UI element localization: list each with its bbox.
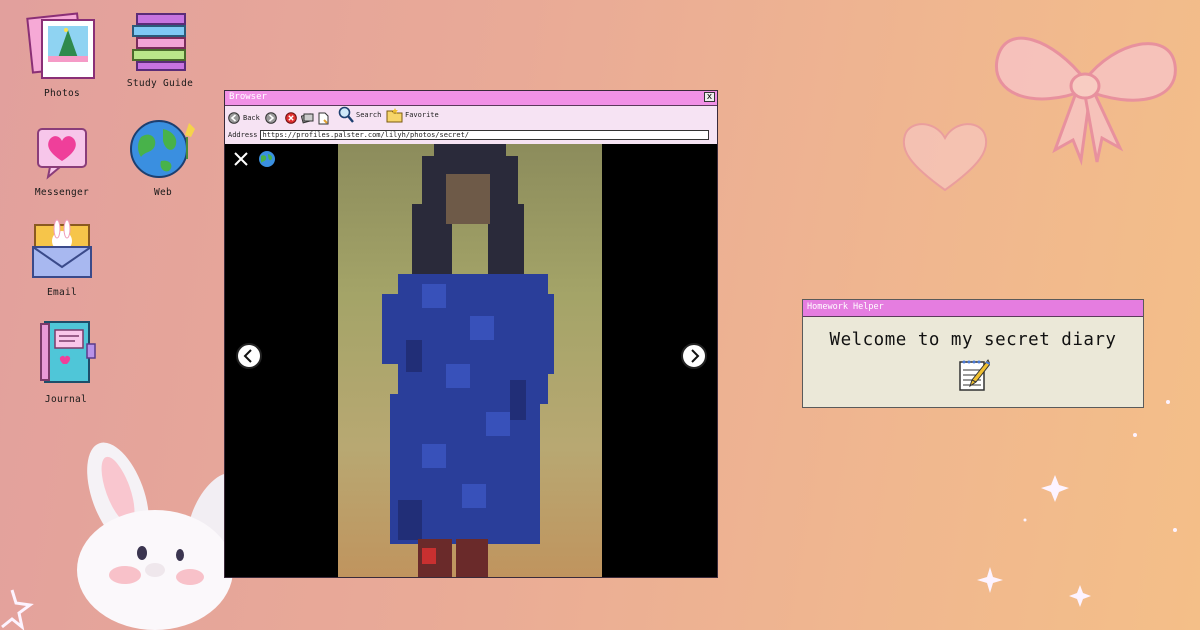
browser-title: Browser [229,92,267,102]
forward-button[interactable] [265,110,277,126]
homework-helper-title: Homework Helper [807,302,884,312]
stop-icon [285,112,297,124]
desktop-icon-label: Messenger [34,187,90,198]
pixelated-figure [382,144,554,577]
globe-icon[interactable] [258,150,276,168]
refresh-button[interactable] [301,110,314,126]
search-button[interactable]: Search [338,106,382,123]
home-button[interactable] [318,110,329,126]
favorite-label: Favorite [405,111,439,119]
bunny-mascot [77,442,240,630]
desktop-icon-photos[interactable]: Photos [17,10,107,99]
desktop-icon-label: Study Guide [126,78,194,89]
journal-icon [40,321,96,383]
page-icon [318,112,329,124]
desktop-icon-label: Photos [43,88,81,99]
desktop-icon-messenger[interactable]: Messenger [17,125,107,198]
stop-button[interactable] [285,110,297,126]
envelope-icon [32,219,92,278]
browser-toolbar: Back Search Favorite Address https://pro… [225,106,717,145]
desktop-icon-label: Journal [44,394,88,405]
bow-decoration [995,36,1177,166]
desktop-icon-study-guide[interactable]: Study Guide [115,10,205,89]
desktop-icon-journal[interactable]: Journal [21,318,111,405]
chevron-right-icon [691,349,700,363]
homework-helper-window[interactable]: Homework Helper Welcome to my secret dia… [802,299,1144,408]
star-decoration [977,567,1003,593]
homework-helper-titlebar[interactable]: Homework Helper [803,300,1143,317]
back-button[interactable]: Back [228,110,260,126]
photo-viewer [225,144,717,577]
desktop-icon-web[interactable]: Web [118,115,208,198]
star-outline-decoration [1,589,34,630]
address-bar: Address [228,129,709,141]
browser-window[interactable]: Browser x Back Search Favorite Address h… [224,90,718,578]
search-icon [338,106,354,123]
back-label: Back [243,114,260,122]
pixelated-photo [338,144,602,577]
browser-close-button[interactable]: x [704,92,715,102]
folder-icon [386,108,403,123]
globe-icon [130,120,195,178]
notepad-pencil-icon [959,359,990,391]
previous-photo-button[interactable] [236,343,262,369]
heart-decoration [902,123,988,192]
welcome-message: Welcome to my secret diary [829,330,1117,350]
search-label: Search [356,111,382,119]
back-arrow-icon [228,112,240,124]
heart-message-icon [37,128,87,180]
browser-titlebar[interactable]: Browser x [225,91,717,106]
photos-icon [26,12,95,79]
desktop-icon-label: Web [153,187,173,198]
next-photo-button[interactable] [681,343,707,369]
forward-arrow-icon [265,112,277,124]
close-icon[interactable] [233,151,249,167]
chevron-left-icon [243,349,252,363]
sparkles-decoration [1023,400,1177,607]
desktop-icon-email[interactable]: Email [17,217,107,298]
address-label: Address [228,131,258,139]
books-icon [132,13,186,71]
refresh-icon [301,113,314,124]
favorite-button[interactable]: Favorite [386,107,439,123]
address-input[interactable] [259,130,709,140]
desktop-icon-label: Email [46,287,78,298]
